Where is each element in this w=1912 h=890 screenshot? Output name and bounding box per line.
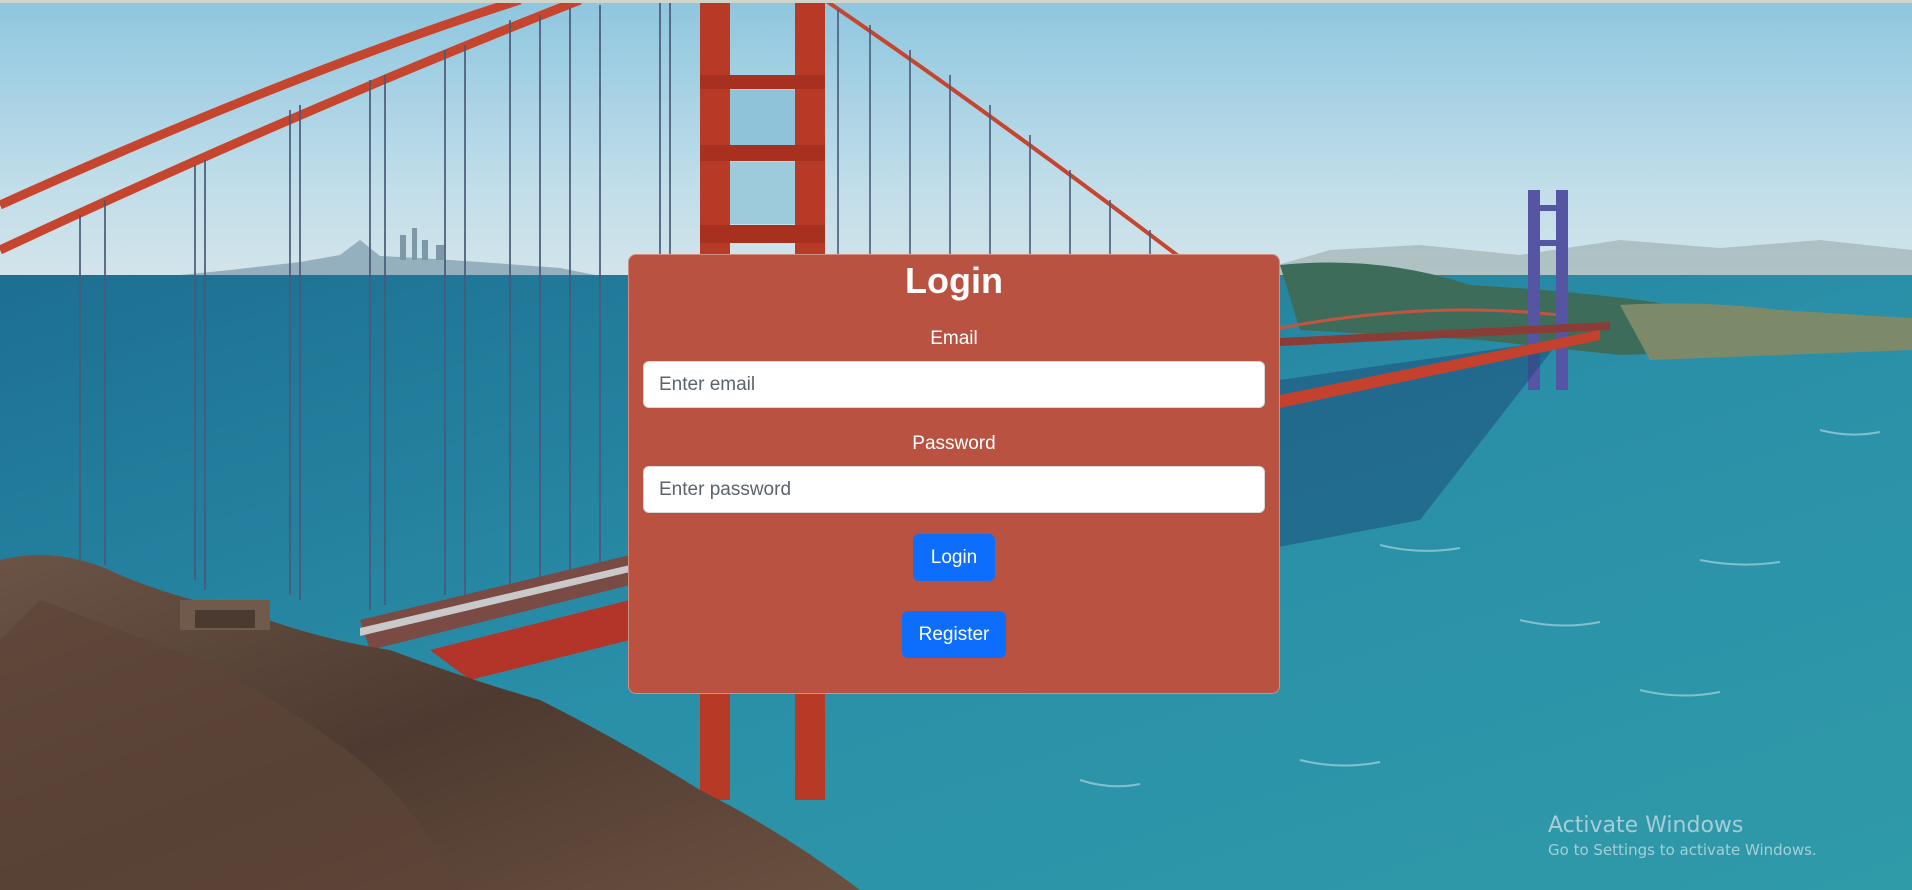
email-input[interactable] (643, 361, 1265, 408)
email-label: Email (930, 328, 978, 349)
login-button[interactable]: Login (913, 534, 995, 581)
top-strip (0, 0, 1912, 3)
password-label: Password (912, 433, 996, 454)
activate-windows-subtitle: Go to Settings to activate Windows. (1548, 841, 1817, 859)
login-card: Login Email Password Login Register (628, 254, 1280, 694)
password-input[interactable] (643, 466, 1265, 513)
page: Login Email Password Login Register Acti… (0, 0, 1912, 890)
login-title: Login (905, 260, 1003, 301)
activate-windows-watermark: Activate Windows Go to Settings to activ… (1548, 812, 1817, 860)
register-button[interactable]: Register (902, 611, 1006, 658)
activate-windows-title: Activate Windows (1548, 813, 1744, 838)
